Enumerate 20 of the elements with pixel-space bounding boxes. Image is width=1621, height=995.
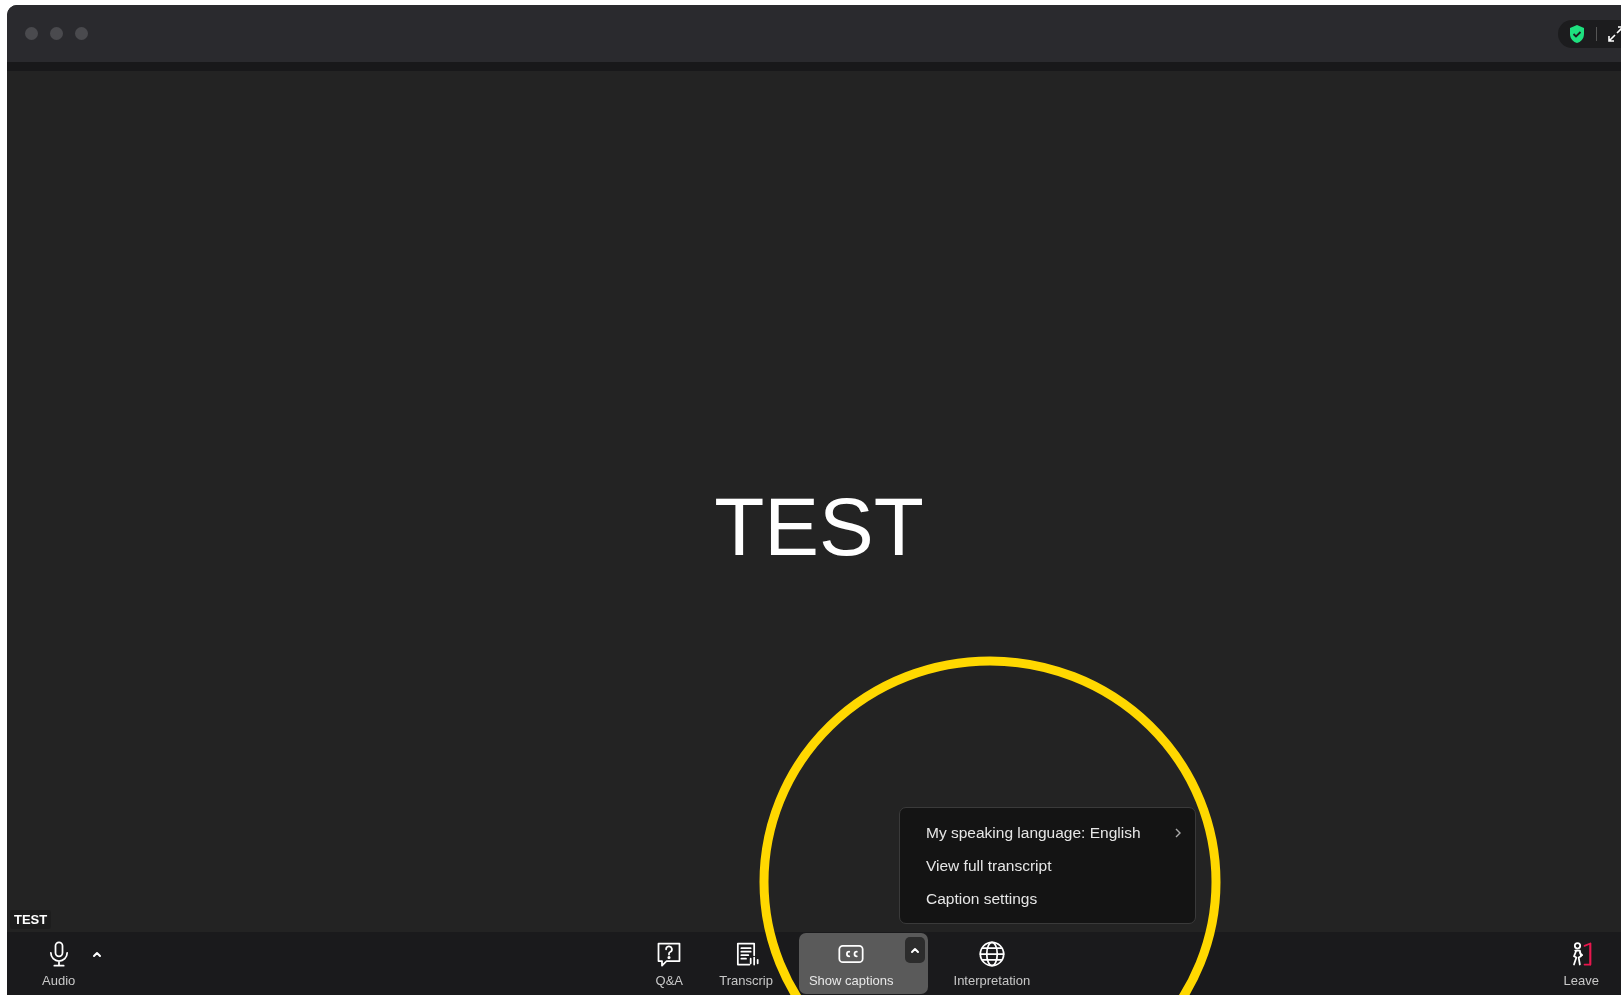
globe-icon [977, 939, 1006, 968]
toolbar-button[interactable]: Audio [32, 933, 86, 994]
window-control-dot[interactable] [75, 27, 88, 40]
toolbar-button[interactable]: Transcrip [709, 933, 783, 994]
participant-name-label: TEST [10, 910, 52, 929]
window-control-dot[interactable] [25, 27, 38, 40]
shield-check-icon[interactable] [1568, 23, 1586, 44]
menu-item[interactable]: Caption settings [900, 882, 1195, 915]
caret-button[interactable] [904, 937, 925, 963]
expand-icon[interactable] [1607, 24, 1621, 43]
caret-icon [909, 945, 920, 955]
toolbar-button[interactable]: Leave [1553, 933, 1609, 994]
toolbar-button[interactable]: Interpretation [943, 933, 1041, 994]
toolbar-button[interactable]: Q&A [645, 933, 694, 994]
toolbar-button[interactable]: Show captions [798, 933, 928, 994]
menu-item[interactable]: My speaking language: English [900, 816, 1195, 849]
caret-icon [92, 949, 103, 959]
shared-screen-text: TEST [714, 479, 924, 574]
window-control-dot[interactable] [50, 27, 63, 40]
menu-item[interactable]: View full transcript [900, 849, 1195, 882]
